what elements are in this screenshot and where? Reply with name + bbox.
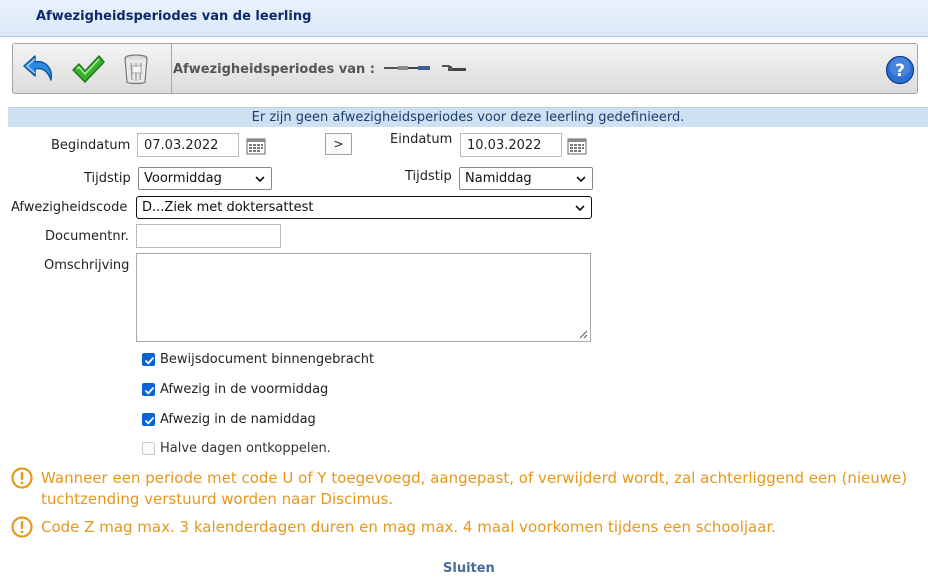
close-button[interactable]: Sluiten [443, 561, 495, 576]
afwezigheidscode-value: D...Ziek met doktersattest [142, 200, 314, 215]
einddatum-label: Eindatum [390, 132, 453, 147]
check-icon [144, 386, 155, 395]
begindatum-label: Begindatum [51, 138, 131, 153]
help-button[interactable]: ? [885, 55, 915, 85]
afwezigheidscode-select[interactable]: D...Ziek met doktersattest [136, 196, 592, 219]
resize-grip-icon[interactable] [579, 330, 588, 339]
svg-text:?: ? [895, 61, 905, 81]
afwezig-voormiddag-label: Afwezig in de voormiddag [160, 382, 329, 397]
toolbar: Afwezigheidsperiodes van : ? [12, 43, 918, 94]
tijdstip-begin-label: Tijdstip [84, 171, 131, 186]
toolbar-title: Afwezigheidsperiodes van : [173, 62, 468, 77]
save-button[interactable] [69, 50, 107, 88]
toolbar-separator [171, 44, 172, 93]
tijdstip-begin-select[interactable]: Voormiddag [138, 167, 272, 190]
question-mark-icon: ? [885, 55, 915, 85]
bewijsdocument-checkbox[interactable] [142, 353, 155, 366]
halve-dagen-checkbox [142, 442, 155, 455]
begindatum-input[interactable] [137, 133, 239, 157]
tijdstip-eind-label: Tijdstip [405, 169, 452, 184]
warning-text: Wanneer een periode met code U of Y toeg… [41, 469, 908, 508]
toolbar-title-text: Afwezigheidsperiodes van : [173, 62, 375, 77]
tijdstip-eind-value: Namiddag [465, 171, 532, 186]
chevron-down-icon [575, 205, 585, 212]
warning-icon [11, 516, 33, 538]
delete-button[interactable] [117, 50, 155, 88]
warning-text: Code Z mag max. 3 kalenderdagen duren en… [41, 518, 776, 536]
undo-arrow-icon [23, 55, 53, 81]
afwezig-voormiddag-checkbox[interactable] [142, 383, 155, 396]
afwezig-namiddag-label: Afwezig in de namiddag [160, 412, 316, 427]
window-title: Afwezigheidsperiodes van de leerling [36, 9, 312, 24]
check-icon [144, 356, 155, 365]
info-message: Er zijn geen afwezigheidsperiodes voor d… [8, 107, 928, 127]
check-icon [144, 416, 155, 425]
calendar-icon [567, 138, 587, 155]
omschrijving-label: Omschrijving [44, 258, 130, 273]
tijdstip-begin-value: Voormiddag [144, 171, 222, 186]
einddatum-calendar-button[interactable] [567, 137, 587, 155]
documentnr-input[interactable] [136, 224, 281, 248]
checkmark-icon [72, 55, 105, 83]
student-name-redacted [383, 62, 468, 77]
begindatum-calendar-button[interactable] [246, 137, 266, 155]
omschrijving-textarea[interactable] [136, 253, 591, 342]
copy-date-button[interactable]: > [325, 133, 352, 155]
window-title-bar: Afwezigheidsperiodes van de leerling [0, 0, 928, 37]
warning-icon [11, 467, 33, 489]
tijdstip-eind-select[interactable]: Namiddag [459, 167, 593, 190]
bewijsdocument-label: Bewijsdocument binnengebracht [160, 352, 375, 367]
undo-button[interactable] [21, 50, 59, 88]
calendar-icon [246, 138, 266, 155]
chevron-down-icon [576, 176, 586, 183]
halve-dagen-label: Halve dagen ontkoppelen. [160, 441, 331, 456]
afwezigheidscode-label: Afwezigheidscode [11, 200, 128, 215]
afwezig-namiddag-checkbox[interactable] [142, 413, 155, 426]
trash-can-icon [124, 54, 148, 85]
chevron-down-icon [255, 176, 265, 183]
einddatum-input[interactable] [460, 133, 562, 157]
documentnr-label: Documentnr. [45, 229, 129, 244]
